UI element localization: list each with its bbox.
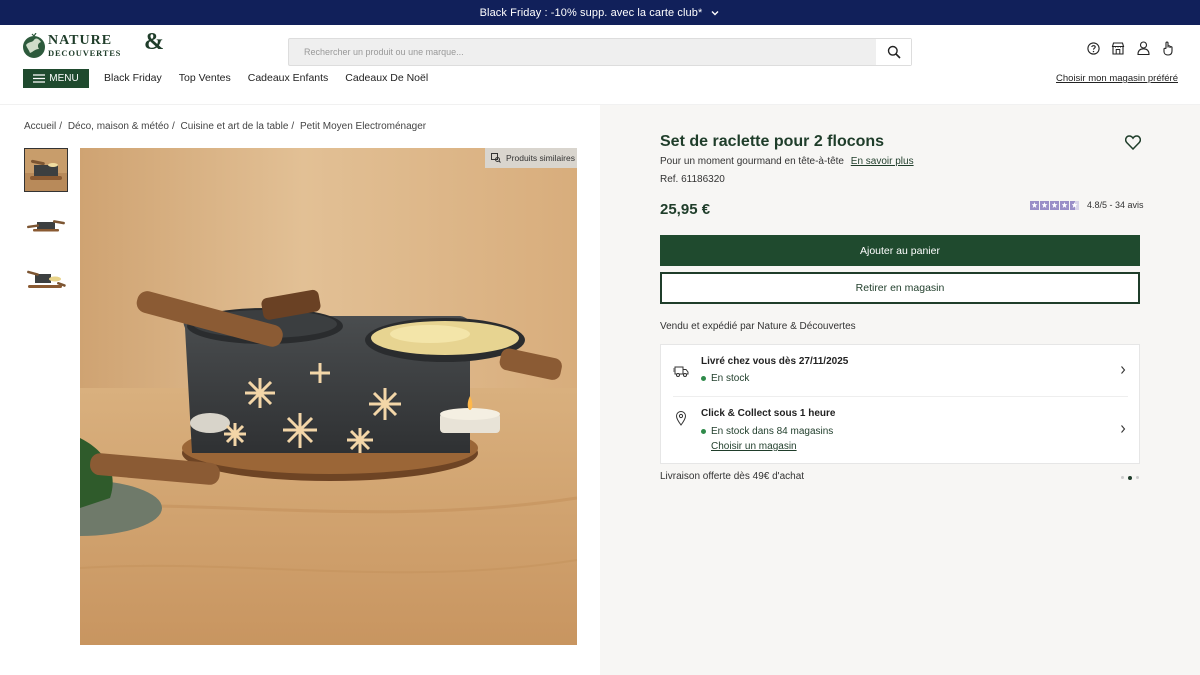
home-stock-label: En stock bbox=[711, 373, 750, 384]
product-rating[interactable]: 4.8/5 - 34 avis bbox=[1030, 200, 1144, 210]
nav-item-black-friday[interactable]: Black Friday bbox=[104, 72, 162, 84]
sold-by-text: Vendu et expédié par Nature & Découverte… bbox=[660, 321, 856, 332]
carousel-dot[interactable] bbox=[1136, 476, 1139, 479]
chevron-right-icon bbox=[1121, 425, 1126, 433]
thumbnail-list bbox=[24, 148, 68, 313]
free-shipping-text: Livraison offerte dès 49€ d'achat bbox=[660, 471, 805, 482]
thumbnail-3[interactable] bbox=[24, 258, 68, 302]
star-icon bbox=[1040, 200, 1049, 210]
product-tagline: Pour un moment gourmand en tête-à-tête bbox=[660, 156, 844, 167]
rating-stars bbox=[1030, 200, 1079, 210]
product-thumbnail-image bbox=[25, 149, 67, 191]
nav-item-cadeaux-enfants[interactable]: Cadeaux Enfants bbox=[248, 72, 329, 84]
breadcrumb-item[interactable]: Déco, maison & météo bbox=[68, 121, 169, 132]
header-icons bbox=[1086, 40, 1175, 56]
product-title: Set de raclette pour 2 flocons bbox=[660, 133, 885, 150]
in-stock-dot bbox=[701, 375, 706, 381]
logo-ampersand: & bbox=[144, 29, 164, 56]
account-icon[interactable] bbox=[1136, 40, 1150, 56]
hamburger-icon bbox=[33, 74, 46, 83]
star-icon bbox=[1050, 200, 1059, 210]
breadcrumb: Accueil / Déco, maison & météo / Cuisine e… bbox=[24, 121, 427, 132]
carousel-dots bbox=[1121, 475, 1139, 480]
in-stock-dot bbox=[701, 428, 706, 434]
carousel-dot-active[interactable] bbox=[1128, 475, 1132, 480]
product-photo bbox=[80, 148, 577, 645]
store-pickup-button[interactable]: Retirer en magasin bbox=[660, 272, 1140, 304]
home-delivery-row[interactable]: Livré chez vous dès 27/11/2025 En stock bbox=[661, 345, 1141, 396]
product-reference: Ref. 61186320 bbox=[660, 174, 725, 185]
product-thumbnail-image bbox=[25, 259, 67, 301]
product-thumbnail-image bbox=[25, 204, 67, 246]
logo[interactable]: NATURE DECOUVERTES & bbox=[22, 30, 164, 59]
thumbnail-2[interactable] bbox=[24, 203, 68, 247]
breadcrumb-item[interactable]: Cuisine et art de la table bbox=[181, 121, 289, 132]
click-collect-row[interactable]: Click & Collect sous 1 heure En stock da… bbox=[661, 397, 1141, 465]
store-icon[interactable] bbox=[1111, 40, 1125, 56]
delivery-truck-icon bbox=[673, 366, 689, 377]
chevron-down-icon bbox=[711, 10, 719, 15]
choose-store-link-2[interactable]: Choisir un magasin bbox=[711, 441, 797, 452]
similar-products-button[interactable]: Produits similaires bbox=[485, 148, 577, 168]
breadcrumb-item[interactable]: Petit Moyen Electroménager bbox=[300, 121, 426, 132]
search-bar bbox=[288, 38, 912, 66]
breadcrumb-item[interactable]: Accueil bbox=[24, 121, 56, 132]
star-icon bbox=[1030, 200, 1039, 210]
similar-products-label: Produits similaires bbox=[506, 153, 575, 163]
menu-button[interactable]: MENU bbox=[23, 69, 89, 88]
promo-text: Black Friday : -10% supp. avec la carte … bbox=[479, 6, 703, 19]
thumbnail-1[interactable] bbox=[24, 148, 68, 192]
choose-store-link[interactable]: Choisir mon magasin préféré bbox=[1056, 73, 1178, 84]
collect-stock-label: En stock dans 84 magasins bbox=[711, 426, 834, 437]
heart-icon[interactable] bbox=[1125, 135, 1141, 150]
menu-label: MENU bbox=[49, 73, 79, 84]
nav-item-cadeaux-noel[interactable]: Cadeaux De Noël bbox=[345, 72, 428, 84]
product-price: 25,95 € bbox=[660, 201, 711, 218]
promo-bar[interactable]: Black Friday : -10% supp. avec la carte … bbox=[0, 0, 1200, 25]
logo-line2: DECOUVERTES bbox=[48, 48, 122, 59]
click-collect-title: Click & Collect sous 1 heure bbox=[701, 408, 836, 419]
main-product-image[interactable]: Produits similaires bbox=[80, 148, 577, 645]
search-input[interactable] bbox=[289, 39, 877, 65]
cart-icon[interactable] bbox=[1161, 40, 1175, 56]
add-to-cart-button[interactable]: Ajouter au panier bbox=[660, 235, 1140, 266]
rating-text: 4.8/5 - 34 avis bbox=[1087, 200, 1144, 210]
click-collect-status: En stock dans 84 magasins bbox=[701, 426, 833, 437]
home-delivery-status: En stock bbox=[701, 373, 749, 384]
carousel-dot[interactable] bbox=[1121, 476, 1124, 479]
search-icon bbox=[887, 45, 901, 59]
logo-line1: NATURE bbox=[48, 33, 113, 49]
location-pin-icon bbox=[675, 410, 687, 426]
nav-item-top-ventes[interactable]: Top Ventes bbox=[179, 72, 231, 84]
image-search-icon bbox=[491, 153, 501, 163]
help-icon[interactable] bbox=[1086, 40, 1100, 56]
delivery-options: Livré chez vous dès 27/11/2025 En stock … bbox=[660, 344, 1140, 464]
search-button[interactable] bbox=[876, 39, 911, 65]
main-nav: Black Friday Top Ventes Cadeaux Enfants … bbox=[104, 72, 445, 84]
star-half-icon bbox=[1070, 200, 1079, 210]
chevron-right-icon bbox=[1121, 366, 1126, 374]
learn-more-link[interactable]: En savoir plus bbox=[851, 156, 914, 167]
logo-globe-icon bbox=[23, 33, 45, 58]
product-subtitle: Pour un moment gourmand en tête-à-tête E… bbox=[660, 156, 914, 167]
home-delivery-title: Livré chez vous dès 27/11/2025 bbox=[701, 356, 849, 367]
star-icon bbox=[1060, 200, 1069, 210]
